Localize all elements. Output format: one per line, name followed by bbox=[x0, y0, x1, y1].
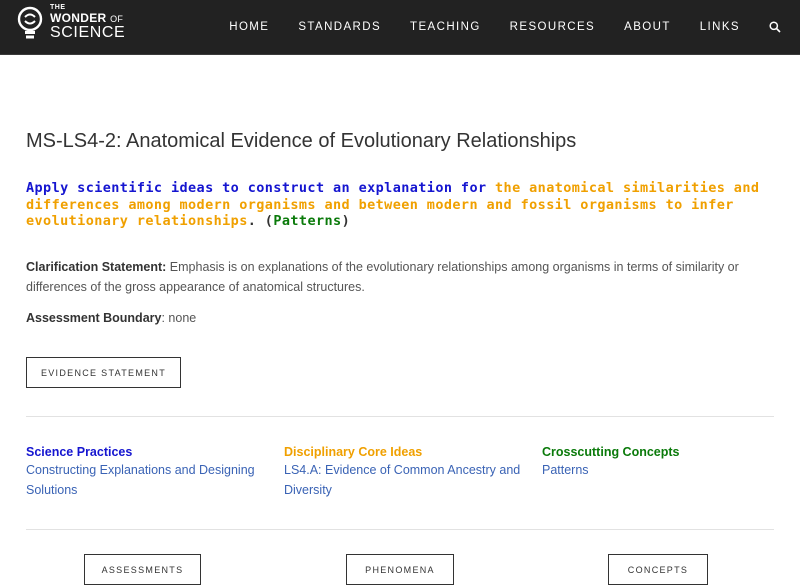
divider bbox=[26, 529, 774, 530]
logo-text-science: SCIENCE bbox=[50, 24, 126, 41]
assessments-button[interactable]: ASSESSMENTS bbox=[84, 554, 201, 585]
crosscutting-concepts-column: Crosscutting Concepts Patterns bbox=[542, 445, 782, 481]
nav-standards[interactable]: STANDARDS bbox=[298, 21, 381, 33]
pe-close-paren: ) bbox=[341, 213, 351, 229]
search-icon[interactable] bbox=[769, 21, 781, 33]
science-practices-link[interactable]: Constructing Explanations and Designing … bbox=[26, 461, 266, 500]
nav-links[interactable]: LINKS bbox=[700, 21, 740, 33]
nav-teaching[interactable]: TEACHING bbox=[410, 21, 481, 33]
nav-resources[interactable]: RESOURCES bbox=[510, 21, 595, 33]
performance-expectation: Apply scientific ideas to construct an e… bbox=[26, 180, 774, 230]
phenomena-button[interactable]: PHENOMENA bbox=[346, 554, 454, 585]
logo-wonder-word: WONDER bbox=[50, 11, 107, 25]
nav-home[interactable]: HOME bbox=[229, 21, 269, 33]
lightbulb-logo-icon bbox=[17, 6, 43, 39]
core-ideas-link[interactable]: LS4.A: Evidence of Common Ancestry and D… bbox=[284, 461, 524, 500]
logo-of-word: OF bbox=[110, 14, 124, 24]
top-navbar: THE WONDER OF SCIENCE HOME STANDARDS TEA… bbox=[0, 0, 800, 55]
science-practices-heading: Science Practices bbox=[26, 445, 133, 459]
evidence-statement-button[interactable]: EVIDENCE STATEMENT bbox=[26, 357, 181, 388]
main-nav: HOME STANDARDS TEACHING RESOURCES ABOUT … bbox=[229, 0, 800, 54]
pe-open-paren: ( bbox=[256, 213, 274, 229]
page-title: MS-LS4-2: Anatomical Evidence of Evoluti… bbox=[26, 130, 577, 152]
core-ideas-column: Disciplinary Core Ideas LS4.A: Evidence … bbox=[284, 445, 524, 500]
crosscutting-concepts-link[interactable]: Patterns bbox=[542, 461, 782, 481]
divider bbox=[26, 416, 774, 417]
science-practices-column: Science Practices Constructing Explanati… bbox=[26, 445, 266, 500]
pe-concept-text: Patterns bbox=[273, 213, 342, 229]
boundary-text: : none bbox=[161, 311, 197, 325]
assessment-boundary: Assessment Boundary: none bbox=[26, 311, 196, 325]
clarification-label: Clarification Statement: bbox=[26, 260, 167, 274]
core-ideas-heading: Disciplinary Core Ideas bbox=[284, 445, 423, 459]
clarification-statement: Clarification Statement: Emphasis is on … bbox=[26, 258, 774, 297]
crosscutting-concepts-heading: Crosscutting Concepts bbox=[542, 445, 680, 459]
pe-period: . bbox=[247, 213, 257, 229]
boundary-label: Assessment Boundary bbox=[26, 311, 162, 325]
nav-about[interactable]: ABOUT bbox=[624, 21, 671, 33]
pe-practice-text: Apply scientific ideas to construct an e… bbox=[26, 180, 487, 196]
concepts-button[interactable]: CONCEPTS bbox=[608, 554, 708, 585]
